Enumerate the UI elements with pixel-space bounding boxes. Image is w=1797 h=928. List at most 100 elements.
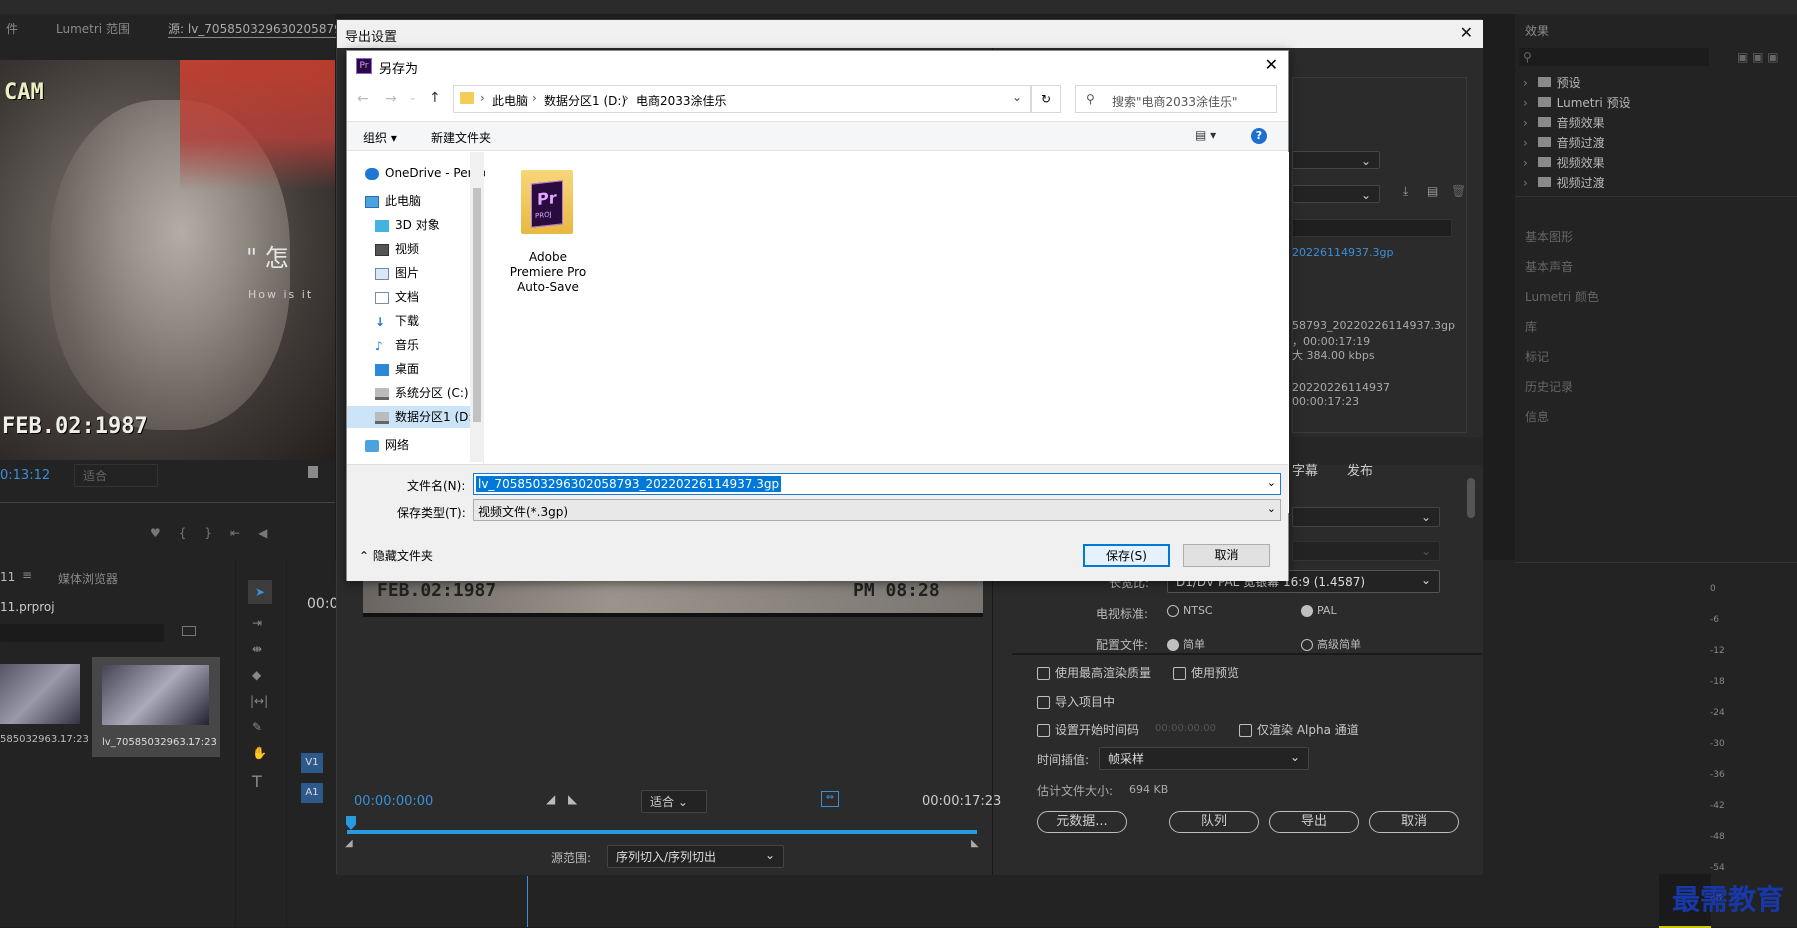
queue-button[interactable]: 队列 (1169, 811, 1259, 833)
preset-dropdown-partial[interactable]: ⌄ (1292, 185, 1380, 203)
format-dropdown-partial[interactable]: ⌄ (1292, 151, 1380, 169)
back-arrow-icon[interactable]: ← (357, 91, 369, 107)
transport-icons[interactable]: ♥{}⇤◀ (150, 526, 285, 540)
help-icon[interactable]: ? (1251, 128, 1267, 144)
save-preset-icon[interactable]: ⤓ (1403, 184, 1408, 199)
effects-tree-item[interactable]: › Lumetri 预设 (1523, 94, 1793, 114)
range-in-marker[interactable]: ◢ (345, 838, 353, 849)
tv-pal-radio[interactable]: PAL (1301, 604, 1337, 617)
save-close-icon[interactable]: ✕ (1265, 55, 1278, 74)
tab-lumetri-scope[interactable]: Lumetri 范围 (56, 20, 130, 37)
export-close-icon[interactable]: ✕ (1460, 23, 1473, 42)
selection-tool-icon[interactable]: ➤ (248, 580, 272, 604)
effects-tree-item[interactable]: › 音频效果 (1523, 114, 1793, 134)
effects-filter-icon[interactable]: ▣ ▣ ▣ (1737, 50, 1779, 64)
filetype-select[interactable]: 视频文件(*.3gp) ⌄ (473, 499, 1281, 521)
export-timecode-start[interactable]: 00:00:00:00 (354, 794, 433, 809)
address-dropdown-icon[interactable]: ⌄ (1012, 90, 1022, 104)
razor-icon[interactable]: ◆ (252, 668, 261, 682)
filename-dropdown-icon[interactable]: ⌄ (1267, 476, 1276, 489)
pen-icon[interactable]: ✎ (252, 720, 262, 734)
section-history[interactable]: 历史记录 (1525, 378, 1573, 395)
video-setting-dropdown-2[interactable]: ⌄ (1292, 541, 1440, 561)
tab-source[interactable]: 源: lv_7058503296302058793_ (168, 20, 356, 38)
tree-network[interactable]: 网络 (365, 434, 505, 456)
hand-icon[interactable]: ✋ (252, 746, 267, 760)
section-library[interactable]: 库 (1525, 318, 1537, 335)
video-setting-dropdown-1[interactable]: ⌄ (1292, 507, 1440, 527)
hide-folders-toggle[interactable]: ⌃ 隐藏文件夹 (359, 547, 433, 564)
menu-icon[interactable]: ≡ (22, 568, 32, 582)
tree-drive-d[interactable]: 数据分区1 (D:) (347, 406, 484, 428)
recent-chevron-icon[interactable]: ⌄ (409, 93, 417, 103)
tree-scrollbar[interactable] (470, 152, 484, 462)
tab-media-browser[interactable]: 媒体浏览器 (58, 570, 118, 587)
output-name-link[interactable]: 20226114937.3gp (1292, 246, 1393, 259)
effects-title[interactable]: 效果 (1525, 22, 1549, 39)
save-button[interactable]: 保存(S) (1083, 544, 1170, 567)
effects-tree-item[interactable]: › 音频过渡 (1523, 134, 1793, 154)
section-info[interactable]: 信息 (1525, 408, 1549, 425)
export-button[interactable]: 导出 (1269, 811, 1359, 833)
slip-icon[interactable]: |↔| (250, 694, 268, 708)
start-timecode-value[interactable]: 00:00:00:00 (1155, 723, 1216, 734)
mark-out-icon[interactable]: ◣ (568, 792, 577, 806)
tv-ntsc-radio[interactable]: NTSC (1167, 604, 1213, 617)
clip2-card[interactable]: lv_70585032963... 17:23 (92, 657, 220, 757)
source-ruler[interactable] (0, 502, 335, 503)
profile-simple-radio[interactable]: 简单 (1167, 636, 1205, 652)
track-select-icon[interactable]: ⇥ (252, 616, 262, 630)
metadata-button[interactable]: 元数据... (1037, 811, 1127, 833)
tree-onedrive[interactable]: OneDrive - Perso (365, 162, 505, 184)
export-fit-dropdown[interactable]: 适合 ⌄ (641, 790, 707, 813)
breadcrumb-folder[interactable]: 电商2033涂佳乐 (636, 92, 727, 109)
alpha-only-checkbox[interactable]: 仅渲染 Alpha 通道 (1239, 721, 1359, 738)
export-timecode-end[interactable]: 00:00:17:23 (922, 794, 1001, 809)
aspect-toggle-icon[interactable]: ⇔ (821, 791, 839, 807)
type-icon[interactable]: T (252, 772, 262, 791)
tab-project[interactable]: 11 (0, 570, 15, 584)
tree-this-pc[interactable]: 此电脑 (365, 190, 505, 212)
clip1-thumb[interactable] (0, 664, 80, 724)
use-preview-checkbox[interactable]: 使用预览 (1173, 664, 1239, 681)
save-cancel-button[interactable]: 取消 (1183, 544, 1270, 567)
track-a1[interactable]: A1 (301, 783, 323, 803)
up-arrow-icon[interactable]: ↑ (429, 90, 441, 106)
export-playhead[interactable] (346, 816, 356, 830)
bin-icon[interactable] (182, 626, 196, 636)
breadcrumb-drive-d[interactable]: 数据分区1 (D:) (544, 92, 626, 109)
section-essential-graphics[interactable]: 基本图形 (1525, 228, 1573, 245)
address-bar[interactable]: › 此电脑 › 数据分区1 (D:) › 电商2033涂佳乐 ⌄ (453, 85, 1031, 113)
interp-dropdown[interactable]: 帧采样 ⌄ (1099, 747, 1309, 770)
export-range-bar[interactable] (347, 830, 977, 834)
playhead-line[interactable] (527, 876, 528, 927)
settings-scrollbar[interactable] (1467, 478, 1475, 518)
section-markers[interactable]: 标记 (1525, 348, 1549, 365)
export-cancel-button[interactable]: 取消 (1369, 811, 1459, 833)
mark-in-icon[interactable]: ◢ (546, 792, 555, 806)
import-preset-icon[interactable]: ▤ (1427, 184, 1438, 198)
section-essential-sound[interactable]: 基本声音 (1525, 258, 1573, 275)
breadcrumb-this-pc[interactable]: 此电脑 (492, 92, 528, 109)
sequence-timecode[interactable]: 00:0 (307, 596, 338, 612)
save-search-input[interactable]: ⚲ 搜索"电商2033涂佳乐" (1075, 85, 1277, 113)
source-fit-dropdown[interactable]: 适合 (74, 464, 158, 487)
ripple-icon[interactable]: ⇼ (252, 642, 262, 656)
tab-captions[interactable]: 字幕 (1292, 460, 1318, 479)
tab-partial[interactable]: 件 (6, 20, 18, 37)
track-v1[interactable]: V1 (301, 753, 323, 773)
comment-input[interactable] (1292, 219, 1452, 237)
delete-preset-icon[interactable]: 🗑 (1451, 184, 1466, 198)
source-timecode[interactable]: 0:13:12 (0, 468, 50, 483)
effects-tree-item[interactable]: › 视频效果 (1523, 154, 1793, 174)
source-range-dropdown[interactable]: 序列切入/序列切出 ⌄ (607, 845, 784, 868)
section-lumetri-color[interactable]: Lumetri 颜色 (1525, 288, 1599, 305)
profile-adv-radio[interactable]: 高级简单 (1301, 636, 1361, 652)
filename-input[interactable]: lv_7058503296302058793_20220226114937.3g… (473, 473, 1281, 495)
max-quality-checkbox[interactable]: 使用最高渲染质量 (1037, 664, 1151, 681)
folder-item-autosave[interactable]: Pr PROJ Adobe Premiere Pro Auto-Save (510, 166, 586, 296)
effects-tree-item[interactable]: › 预设 (1523, 74, 1793, 94)
organize-button[interactable]: 组织 ▾ (363, 129, 397, 146)
effects-search-input[interactable] (1519, 48, 1709, 66)
range-out-marker[interactable]: ◣ (971, 838, 979, 849)
